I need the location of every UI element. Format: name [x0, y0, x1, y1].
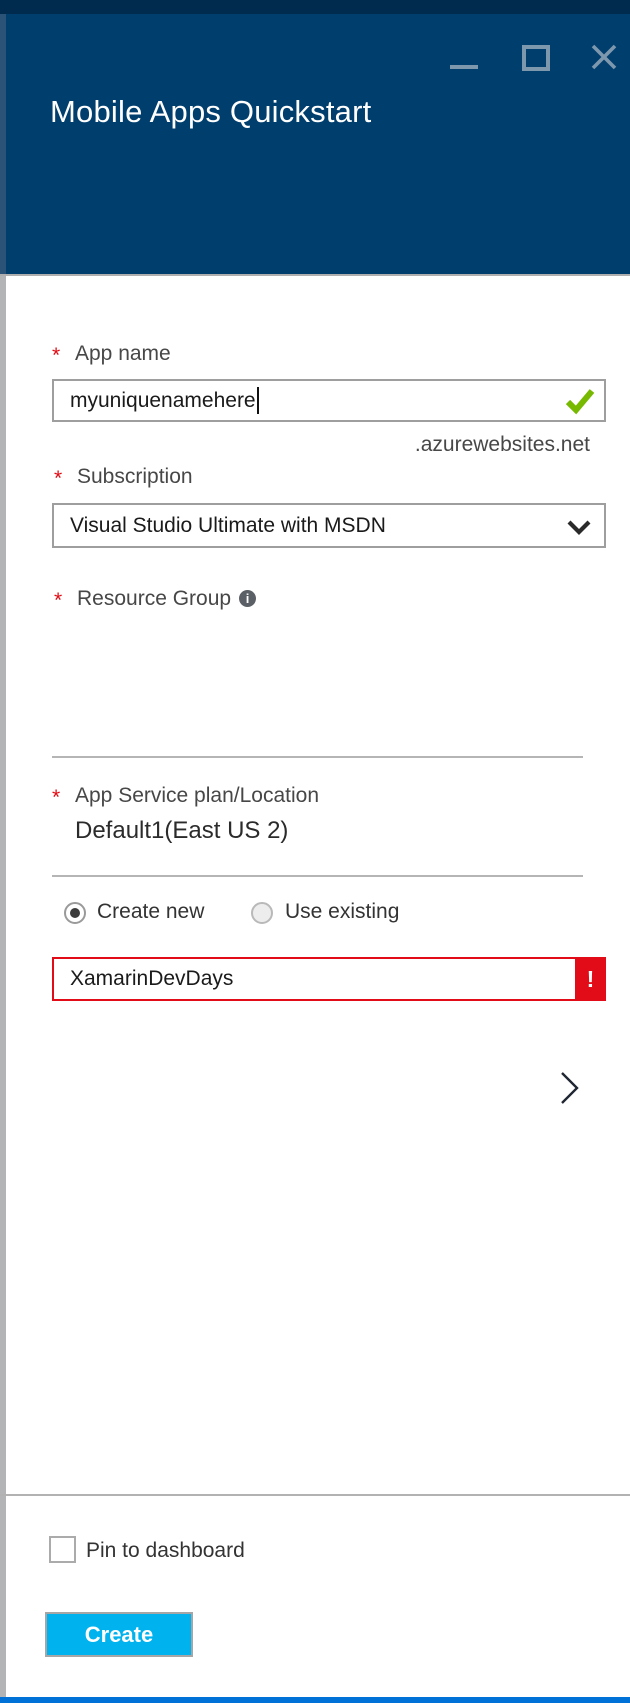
- app-name-label: *App name: [75, 342, 171, 366]
- required-marker: *: [54, 589, 62, 613]
- app-service-plan-label: *App Service plan/Location: [75, 784, 319, 808]
- radio-use-existing[interactable]: [251, 902, 273, 924]
- window-top-strip: [0, 0, 630, 14]
- pin-to-dashboard-checkbox[interactable]: [49, 1536, 76, 1563]
- pin-to-dashboard-label[interactable]: Pin to dashboard: [86, 1539, 245, 1563]
- radio-use-existing-label[interactable]: Use existing: [285, 900, 399, 924]
- divider: [52, 875, 583, 877]
- domain-suffix: .azurewebsites.net: [415, 433, 590, 457]
- valid-check-icon: [565, 388, 595, 415]
- required-marker: *: [52, 786, 60, 810]
- chevron-right-icon: [560, 1071, 580, 1105]
- app-name-input[interactable]: myuniquenamehere: [52, 379, 606, 422]
- subscription-value: Visual Studio Ultimate with MSDN: [70, 514, 386, 538]
- required-marker: *: [52, 344, 60, 368]
- close-button[interactable]: [590, 43, 618, 71]
- info-icon[interactable]: i: [239, 590, 256, 607]
- mobile-apps-quickstart-blade: Mobile Apps Quickstart *App name myuniqu…: [0, 0, 630, 1703]
- minimize-button[interactable]: [450, 63, 478, 71]
- resource-group-input[interactable]: XamarinDevDays !: [52, 957, 606, 1001]
- chevron-down-icon: [567, 520, 591, 535]
- window-controls: [0, 14, 630, 84]
- body-edge-strip: [0, 276, 6, 1697]
- radio-create-new[interactable]: [64, 902, 86, 924]
- divider: [52, 756, 583, 758]
- required-marker: *: [54, 467, 62, 491]
- resource-group-label: *Resource Groupi: [77, 587, 256, 611]
- blade-body: *App name myuniquenamehere .azurewebsite…: [0, 276, 630, 1703]
- minimize-icon: [450, 65, 478, 69]
- footer-divider: [0, 1494, 630, 1496]
- text-caret: [257, 387, 259, 414]
- app-service-plan-value: Default1(East US 2): [75, 817, 288, 845]
- maximize-button[interactable]: [522, 45, 550, 72]
- app-name-value: myuniquenamehere: [70, 389, 256, 413]
- subscription-dropdown[interactable]: Visual Studio Ultimate with MSDN: [52, 503, 606, 548]
- resource-group-mode: Create new Use existing: [0, 900, 630, 926]
- create-button[interactable]: Create: [45, 1612, 193, 1657]
- subscription-label: *Subscription: [77, 465, 193, 489]
- close-icon: [590, 43, 618, 71]
- blade-header: Mobile Apps Quickstart: [0, 14, 630, 274]
- page-title: Mobile Apps Quickstart: [50, 94, 371, 130]
- resource-group-value: XamarinDevDays: [70, 967, 233, 991]
- app-service-plan-selector[interactable]: [0, 1056, 630, 1141]
- radio-create-new-label[interactable]: Create new: [97, 900, 204, 924]
- bottom-accent-bar: [0, 1697, 630, 1703]
- error-icon: !: [575, 957, 606, 1001]
- maximize-icon: [522, 45, 550, 71]
